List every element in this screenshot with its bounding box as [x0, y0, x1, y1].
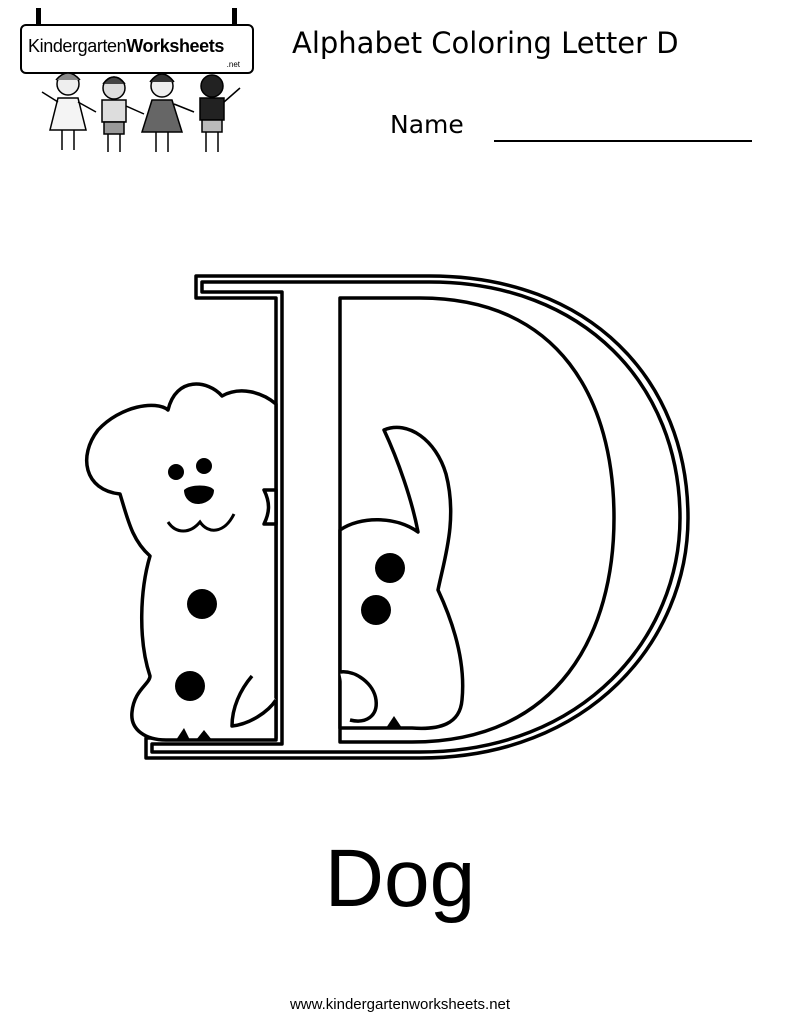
footer-url[interactable]: www.kindergartenworksheets.net	[0, 996, 800, 1013]
word-label: Dog	[324, 833, 476, 924]
